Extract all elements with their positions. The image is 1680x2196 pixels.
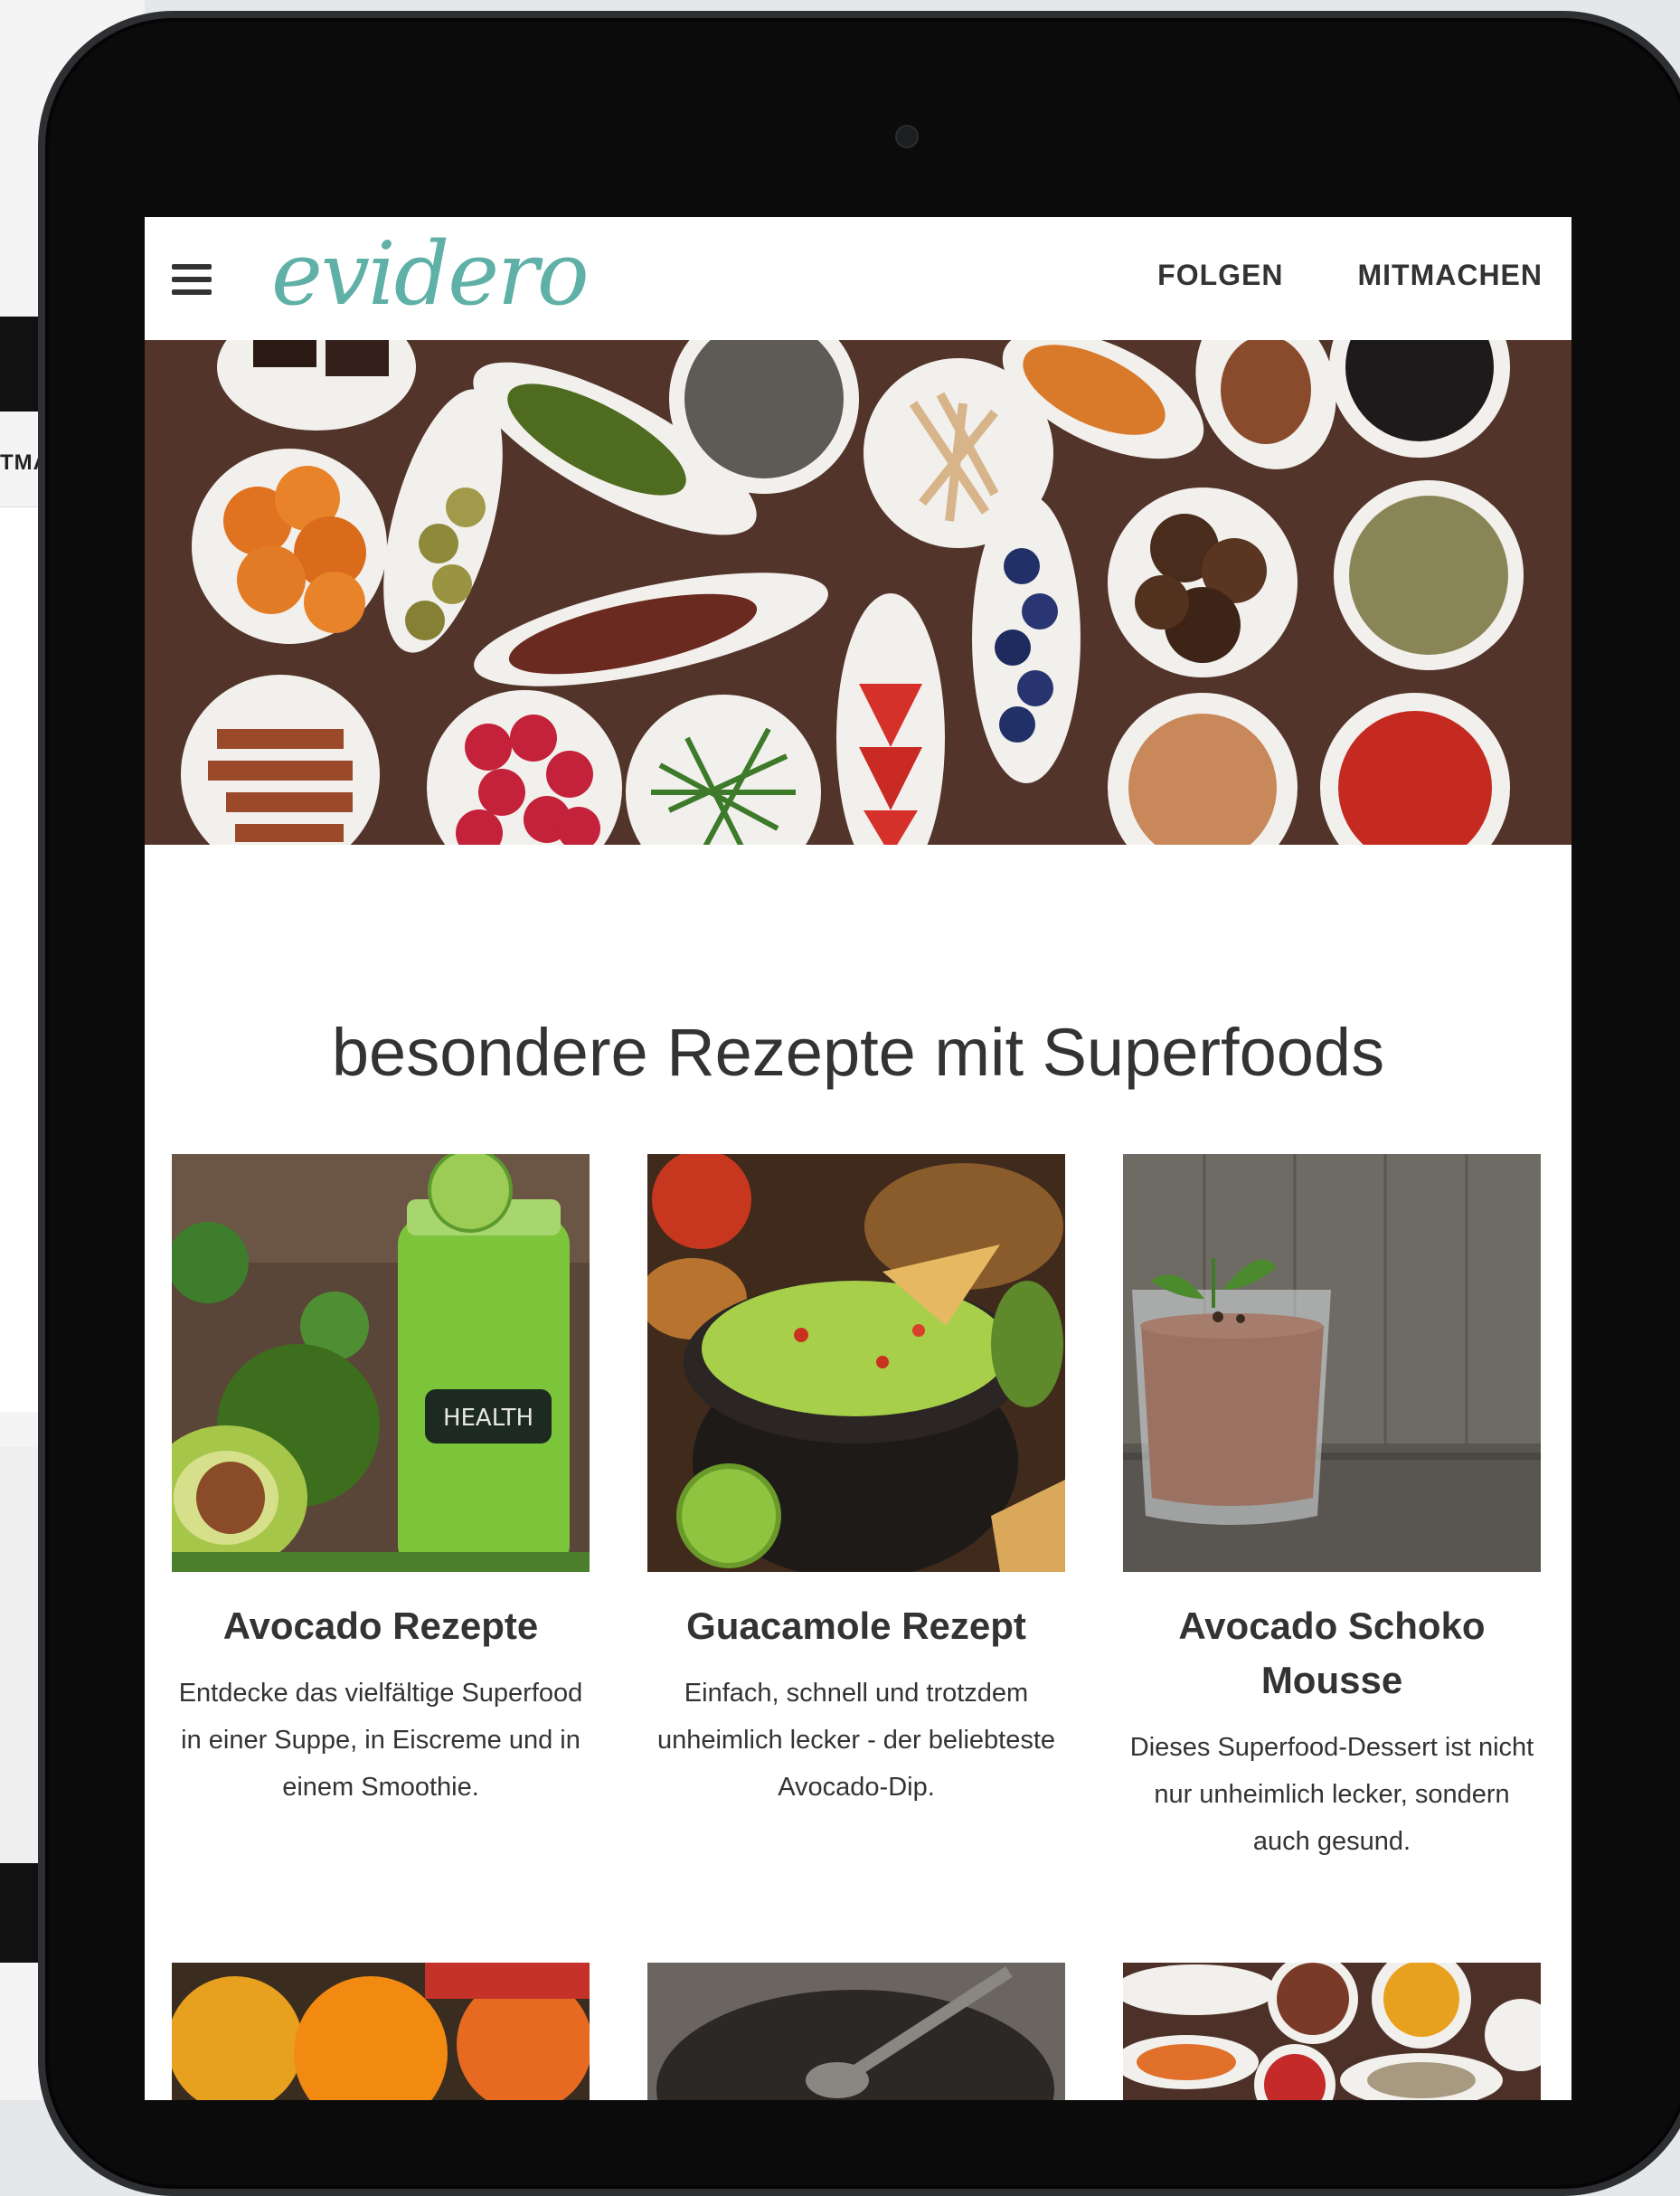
bowl-thumbnail[interactable] bbox=[647, 1963, 1065, 2100]
avocado-smoothie-image[interactable]: HEALTH bbox=[172, 1154, 590, 1572]
chocolate-mousse-image[interactable] bbox=[1123, 1154, 1541, 1572]
superfood-bowls-thumbnail[interactable] bbox=[1123, 1963, 1541, 2100]
hero-image bbox=[145, 340, 1571, 845]
section-title: besondere Rezepte mit Superfoods bbox=[331, 1015, 1385, 1091]
card-text: Entdecke das vielfältige Superfood in ei… bbox=[178, 1679, 583, 1802]
guacamole-image[interactable] bbox=[647, 1154, 1065, 1572]
recipe-card[interactable]: Avocado Schoko Mousse Dieses Superfood-D… bbox=[1123, 1154, 1541, 1865]
jar-label: HEALTH bbox=[443, 1405, 533, 1432]
nav-mitmachen[interactable]: MITMACHEN bbox=[1357, 259, 1543, 292]
card-title[interactable]: Avocado Schoko Mousse bbox=[1123, 1599, 1541, 1708]
card-title[interactable]: Avocado Rezepte bbox=[172, 1599, 590, 1653]
recipe-card[interactable]: HEALTH Avocado Rezepte Entdecke das viel… bbox=[172, 1154, 590, 1811]
fruit-thumbnail[interactable] bbox=[172, 1963, 590, 2100]
card-text: Einfach, schnell und trotzdem unheimlich… bbox=[656, 1679, 1056, 1802]
tablet-screen: evidero FOLGEN MITMACHEN besondere Rezep… bbox=[145, 217, 1571, 2100]
menu-icon[interactable] bbox=[172, 264, 212, 295]
recipe-card[interactable]: Guacamole Rezept Einfach, schnell und tr… bbox=[647, 1154, 1065, 1811]
site-header: evidero FOLGEN MITMACHEN bbox=[145, 217, 1571, 341]
nav-folgen[interactable]: FOLGEN bbox=[1157, 259, 1283, 292]
site-logo[interactable]: evidero bbox=[271, 224, 590, 324]
camera-icon bbox=[895, 125, 919, 148]
card-text: Dieses Superfood-Dessert ist nicht nur u… bbox=[1129, 1733, 1534, 1856]
card-title[interactable]: Guacamole Rezept bbox=[647, 1599, 1065, 1653]
main-nav: FOLGEN MITMACHEN bbox=[1157, 259, 1543, 292]
